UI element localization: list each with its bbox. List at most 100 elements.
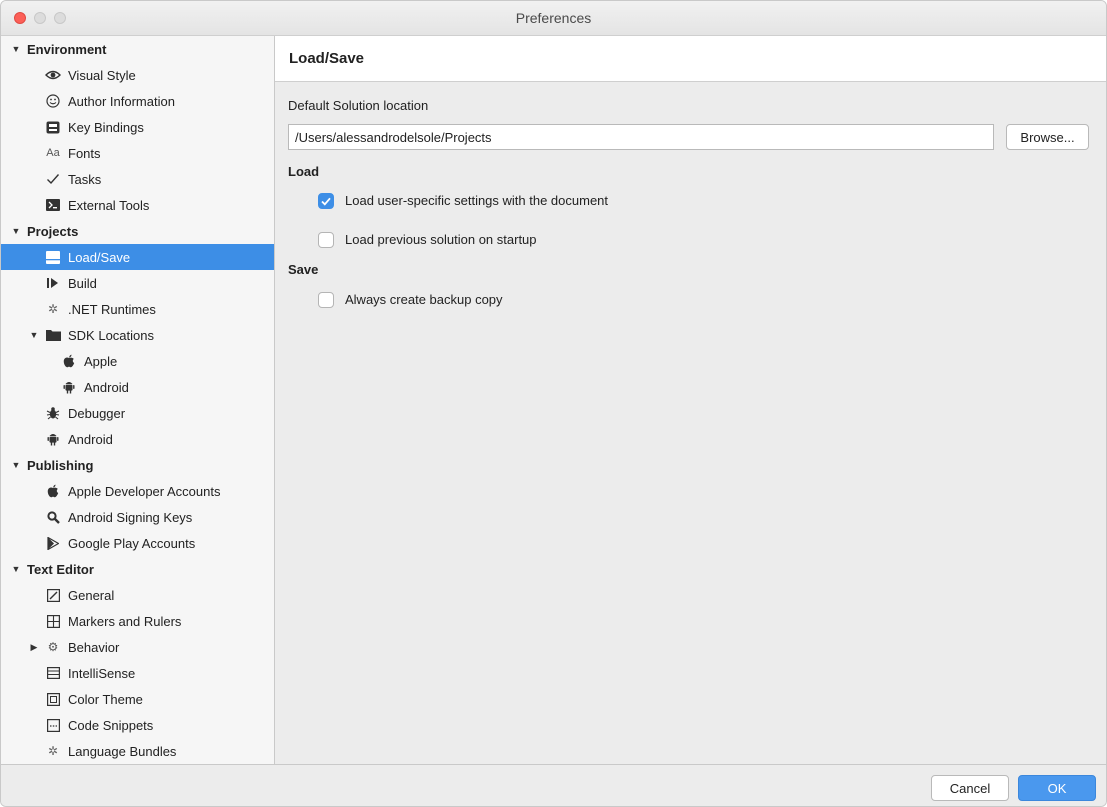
sidebar-item-load-save[interactable]: Load/Save [1, 244, 274, 270]
snippet-icon [45, 717, 61, 733]
load-previous-solution-label[interactable]: Load previous solution on startup [345, 232, 537, 247]
sidebar-item-android-signing-keys[interactable]: Android Signing Keys [1, 504, 274, 530]
gear-icon: ✲ [47, 302, 59, 316]
sidebar-item-label: Tasks [68, 171, 102, 187]
smiley-icon [45, 93, 61, 109]
load-section-heading: Load [288, 164, 320, 179]
sidebar-item-author-information[interactable]: Author Information [1, 88, 274, 114]
list-icon [45, 665, 61, 681]
page-title: Load/Save [289, 50, 365, 67]
disclosure-triangle-icon[interactable]: ▼ [11, 460, 21, 470]
load-previous-solution-checkbox[interactable] [318, 232, 334, 248]
checkmark-icon [45, 171, 61, 187]
sidebar-item-external-tools[interactable]: External Tools [1, 192, 274, 218]
sidebar-item-fonts[interactable]: Aa Fonts [1, 140, 274, 166]
sidebar-item-label: Android [68, 431, 113, 447]
sidebar-item-android[interactable]: Android [1, 426, 274, 452]
sidebar-item-intellisense[interactable]: IntelliSense [1, 660, 274, 686]
sidebar-item-label: Load/Save [68, 249, 131, 265]
browse-button[interactable]: Browse... [1006, 124, 1089, 150]
color-theme-icon [45, 691, 61, 707]
play-icon [45, 535, 61, 551]
sidebar-section-label: Publishing [27, 457, 94, 473]
sidebar-item-label: Code Snippets [68, 717, 154, 733]
disk-icon [45, 249, 61, 265]
ok-button[interactable]: OK [1018, 775, 1096, 801]
always-backup-label[interactable]: Always create backup copy [345, 292, 503, 307]
sidebar-item-general[interactable]: General [1, 582, 274, 608]
build-icon [45, 275, 61, 291]
sidebar-item-code-snippets[interactable]: Code Snippets [1, 712, 274, 738]
sidebar-item-build[interactable]: Build [1, 270, 274, 296]
sidebar-item-label: SDK Locations [68, 327, 154, 343]
sidebar-item-label: Android Signing Keys [68, 509, 193, 525]
sidebar-item-label: Key Bindings [68, 119, 144, 135]
eye-icon [45, 67, 61, 83]
checkmark-icon [321, 197, 331, 206]
sidebar-item-label: General [68, 587, 115, 603]
sidebar-item-net-runtimes[interactable]: ✲ .NET Runtimes [1, 296, 274, 322]
bug-icon [45, 405, 61, 421]
sidebar-item-apple-developer-accounts[interactable]: Apple Developer Accounts [1, 478, 274, 504]
sidebar-item-color-theme[interactable]: Color Theme [1, 686, 274, 712]
terminal-icon [45, 197, 61, 213]
android-icon [61, 379, 77, 395]
sidebar-item-label: Android [84, 379, 129, 395]
disclosure-triangle-icon[interactable]: ▼ [29, 330, 39, 340]
sidebar-section-environment[interactable]: ▼ Environment [1, 36, 274, 62]
sidebar-item-sdk-apple[interactable]: Apple [1, 348, 274, 374]
sidebar-item-tasks[interactable]: Tasks [1, 166, 274, 192]
load-user-settings-label[interactable]: Load user-specific settings with the doc… [345, 193, 608, 208]
cancel-button[interactable]: Cancel [931, 775, 1009, 801]
sidebar-section-publishing[interactable]: ▼ Publishing [1, 452, 274, 478]
sidebar-item-label: Visual Style [68, 67, 136, 83]
sidebar-item-label: Debugger [68, 405, 126, 421]
sidebar-item-language-bundles[interactable]: ✲ Language Bundles [1, 738, 274, 764]
sidebar-item-label: IntelliSense [68, 665, 136, 681]
default-location-label: Default Solution location [288, 98, 429, 113]
sidebar-item-label: External Tools [68, 197, 150, 213]
sidebar-item-label: Behavior [68, 639, 120, 655]
sidebar-section-projects[interactable]: ▼ Projects [1, 218, 274, 244]
sidebar-item-label: Author Information [68, 93, 175, 109]
preferences-window: Preferences ▼ Environment Visual Style A… [0, 0, 1107, 807]
save-section-heading: Save [288, 262, 319, 277]
sidebar-item-behavior[interactable]: ▶ ⚙ Behavior [1, 634, 274, 660]
sidebar-section-text-editor[interactable]: ▼ Text Editor [1, 556, 274, 582]
load-user-settings-checkbox[interactable] [318, 193, 334, 209]
sidebar-item-label: Build [68, 275, 97, 291]
sidebar-section-label: Text Editor [27, 561, 94, 577]
folder-icon [45, 327, 61, 343]
sidebar-item-label: Language Bundles [68, 743, 177, 759]
apple-icon [45, 483, 61, 499]
edit-icon [45, 587, 61, 603]
behavior-icon: ⚙ [47, 640, 59, 654]
dialog-footer: Cancel OK [1, 764, 1106, 806]
magnifier-key-icon [45, 509, 61, 525]
sidebar-item-markers-and-rulers[interactable]: Markers and Rulers [1, 608, 274, 634]
sidebar-section-label: Projects [27, 223, 79, 239]
sidebar-section-label: Environment [27, 41, 107, 57]
disclosure-triangle-icon[interactable]: ▼ [11, 564, 21, 574]
sidebar-item-sdk-android[interactable]: Android [1, 374, 274, 400]
solution-location-input[interactable] [288, 124, 994, 150]
disclosure-triangle-right-icon[interactable]: ▶ [29, 642, 39, 653]
gear-icon: ✲ [47, 744, 59, 758]
sidebar-item-sdk-locations[interactable]: ▼ SDK Locations [1, 322, 274, 348]
sidebar-item-label: Color Theme [68, 691, 143, 707]
apple-icon [61, 353, 77, 369]
always-backup-checkbox[interactable] [318, 292, 334, 308]
sidebar-item-label: Fonts [68, 145, 101, 161]
sidebar-item-visual-style[interactable]: Visual Style [1, 62, 274, 88]
disclosure-triangle-icon[interactable]: ▼ [11, 226, 21, 236]
window-title: Preferences [515, 10, 592, 26]
title-bar: Preferences [1, 1, 1106, 36]
sidebar-item-key-bindings[interactable]: Key Bindings [1, 114, 274, 140]
keyboard-icon [45, 119, 61, 135]
sidebar-item-google-play-accounts[interactable]: Google Play Accounts [1, 530, 274, 556]
sidebar-item-label: Markers and Rulers [68, 613, 182, 629]
disclosure-triangle-icon[interactable]: ▼ [11, 44, 21, 54]
sidebar-item-label: Google Play Accounts [68, 535, 196, 551]
sidebar-item-debugger[interactable]: Debugger [1, 400, 274, 426]
preferences-sidebar: ▼ Environment Visual Style Author Inform… [1, 36, 275, 764]
